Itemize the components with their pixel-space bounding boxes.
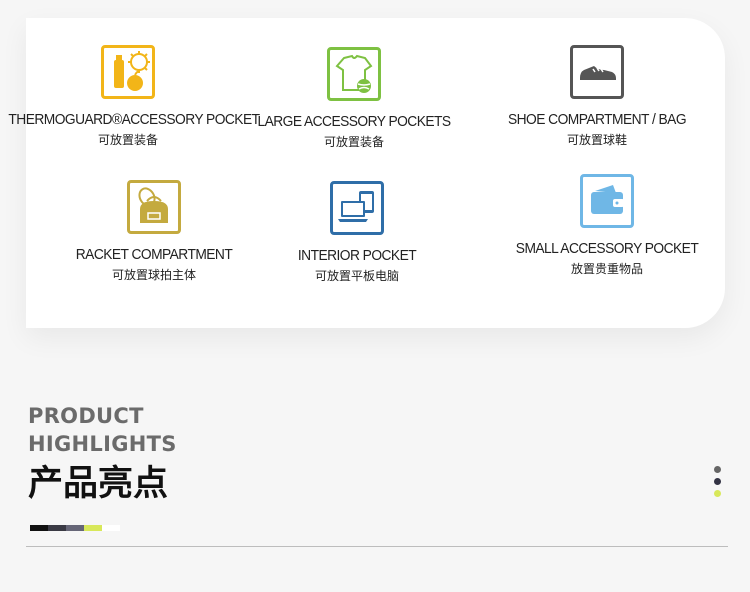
shirt-ball-icon <box>327 47 381 101</box>
feature-title: SHOE COMPARTMENT / BAG <box>507 111 687 128</box>
feature-thermoguard: THERMOGUARD®ACCESSORY POCKET 可放置装备 <box>0 45 260 149</box>
color-swatch <box>48 525 66 531</box>
feature-subtitle: 可放置装备 <box>323 135 384 149</box>
highlights-title-chinese: 产品亮点 <box>28 464 169 504</box>
section-divider <box>26 546 728 547</box>
racket-bag-icon <box>127 180 181 234</box>
dot <box>714 466 721 473</box>
thermoguard-bottle-icon <box>101 45 155 99</box>
feature-subtitle: 可放置装备 <box>97 133 158 147</box>
feature-shoe-compartment: SHOE COMPARTMENT / BAG 可放置球鞋 <box>467 45 727 149</box>
laptop-tablet-icon <box>330 181 384 235</box>
color-swatch <box>30 525 48 531</box>
dot <box>714 490 721 497</box>
feature-small-accessory: SMALL ACCESSORY POCKET 放置贵重物品 <box>477 174 737 278</box>
feature-title: SMALL ACCESSORY POCKET <box>515 240 699 257</box>
color-swatch <box>102 525 120 531</box>
shoe-icon <box>570 45 624 99</box>
highlights-title-line2: HIGHLIGHTS <box>28 432 177 456</box>
features-card: THERMOGUARD®ACCESSORY POCKET 可放置装备 LARGE… <box>8 18 727 328</box>
color-swatch <box>84 525 102 531</box>
color-stripe <box>30 525 120 531</box>
wallet-icon <box>580 174 634 228</box>
dot <box>714 478 721 485</box>
product-highlights-heading: PRODUCT HIGHLIGHTS 产品亮点 <box>28 402 177 506</box>
feature-subtitle: 可放置平板电脑 <box>314 269 399 283</box>
feature-title: THERMOGUARD®ACCESSORY POCKET <box>8 111 260 128</box>
feature-interior-pocket: INTERIOR POCKET 可放置平板电脑 <box>227 181 487 285</box>
feature-subtitle: 放置贵重物品 <box>570 262 643 276</box>
feature-large-accessory: LARGE ACCESSORY POCKETS 可放置装备 <box>224 47 484 151</box>
decorative-dots <box>714 466 721 502</box>
feature-subtitle: 可放置球鞋 <box>566 133 627 147</box>
highlights-title-line1: PRODUCT <box>28 404 144 428</box>
feature-title: INTERIOR POCKET <box>297 247 417 264</box>
color-swatch <box>66 525 84 531</box>
feature-title: LARGE ACCESSORY POCKETS <box>257 113 451 130</box>
